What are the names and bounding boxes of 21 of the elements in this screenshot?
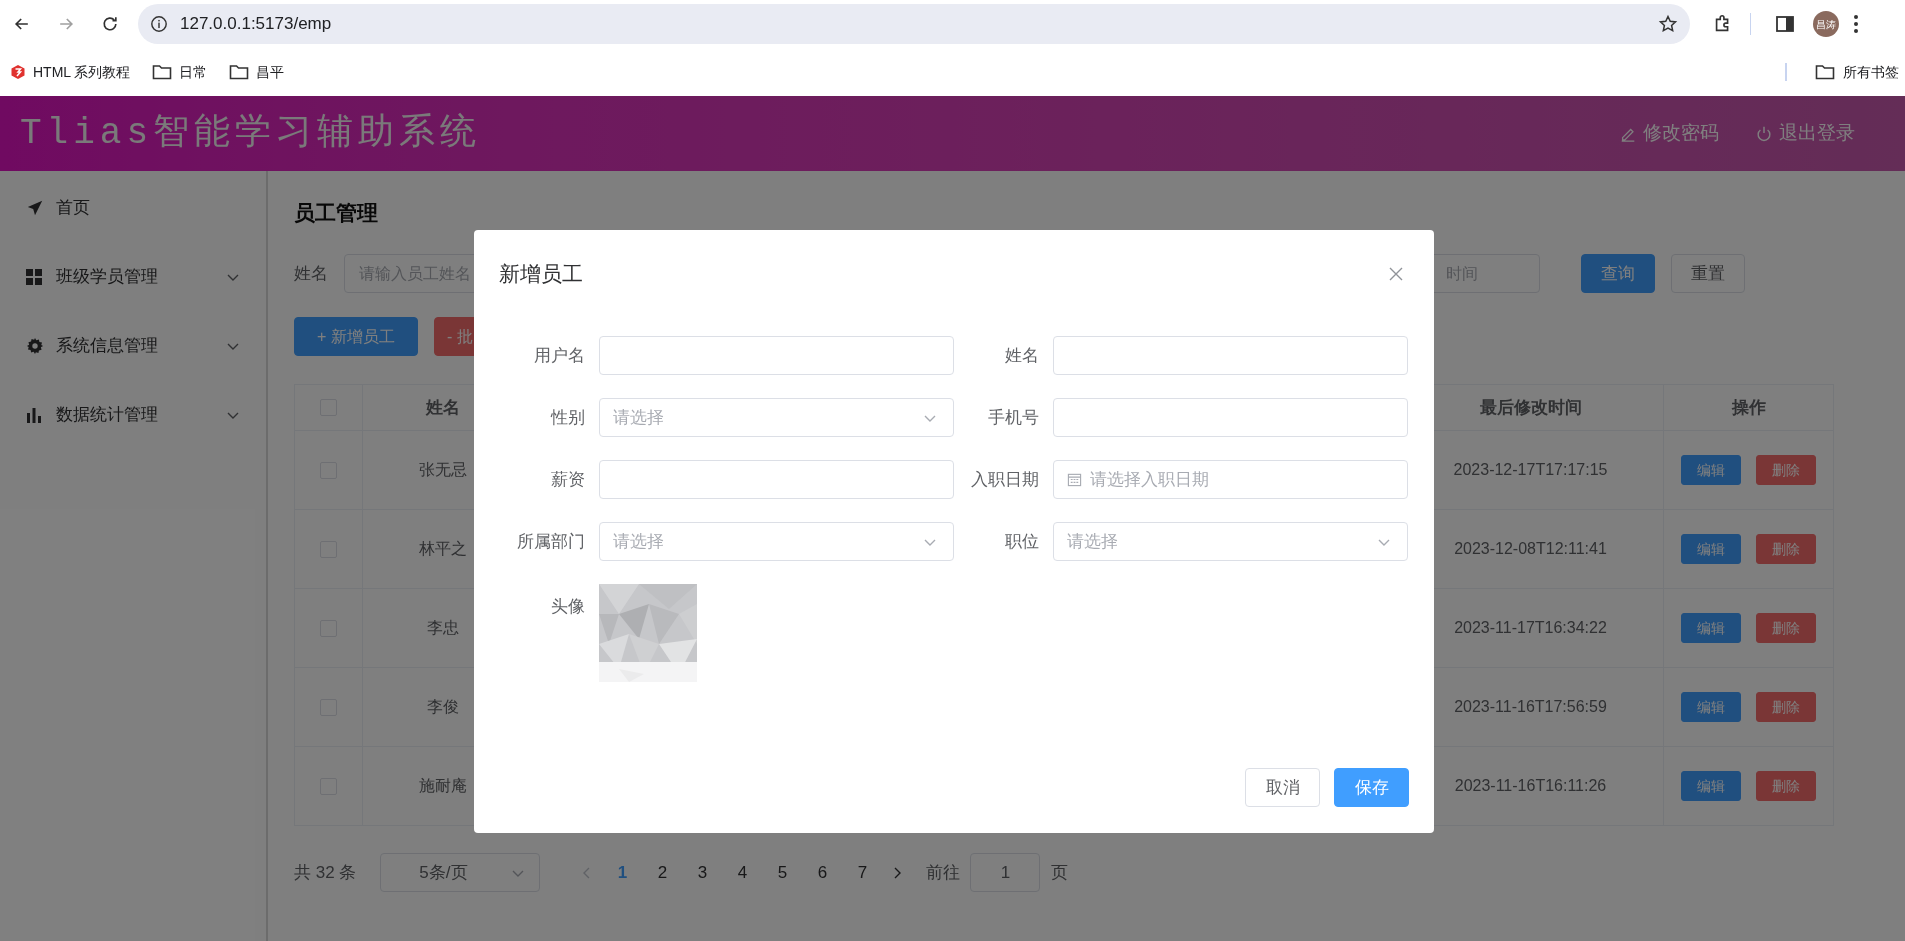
app-title: Tlias智能学习辅助系统: [20, 111, 482, 156]
menu-label: 班级学员管理: [56, 265, 158, 288]
form-label: 性别: [549, 406, 586, 429]
form-label: 用户名: [533, 344, 586, 367]
form-label: 职位: [1004, 530, 1040, 553]
menu-label: 数据统计管理: [56, 403, 158, 426]
goto-label: 前往: [926, 861, 961, 884]
form-label: 姓名: [1004, 344, 1040, 367]
url-text: 127.0.0.1:5173/emp: [180, 13, 332, 36]
form-label: 入职日期: [970, 468, 1040, 491]
menu-label: 系统信息管理: [56, 334, 158, 357]
total-count: 共 32 条: [294, 861, 357, 884]
menu-label: 首页: [56, 196, 90, 219]
field-label: 姓名: [294, 262, 329, 285]
page-title: 员工管理: [294, 200, 379, 226]
page-unit: 页: [1051, 861, 1069, 884]
column-header: 操作: [1664, 385, 1834, 431]
dialog-title: 新增员工: [499, 261, 583, 287]
form-label: 手机号: [987, 406, 1040, 429]
form-label: 薪资: [550, 468, 586, 491]
form-label: 头像: [550, 596, 586, 618]
